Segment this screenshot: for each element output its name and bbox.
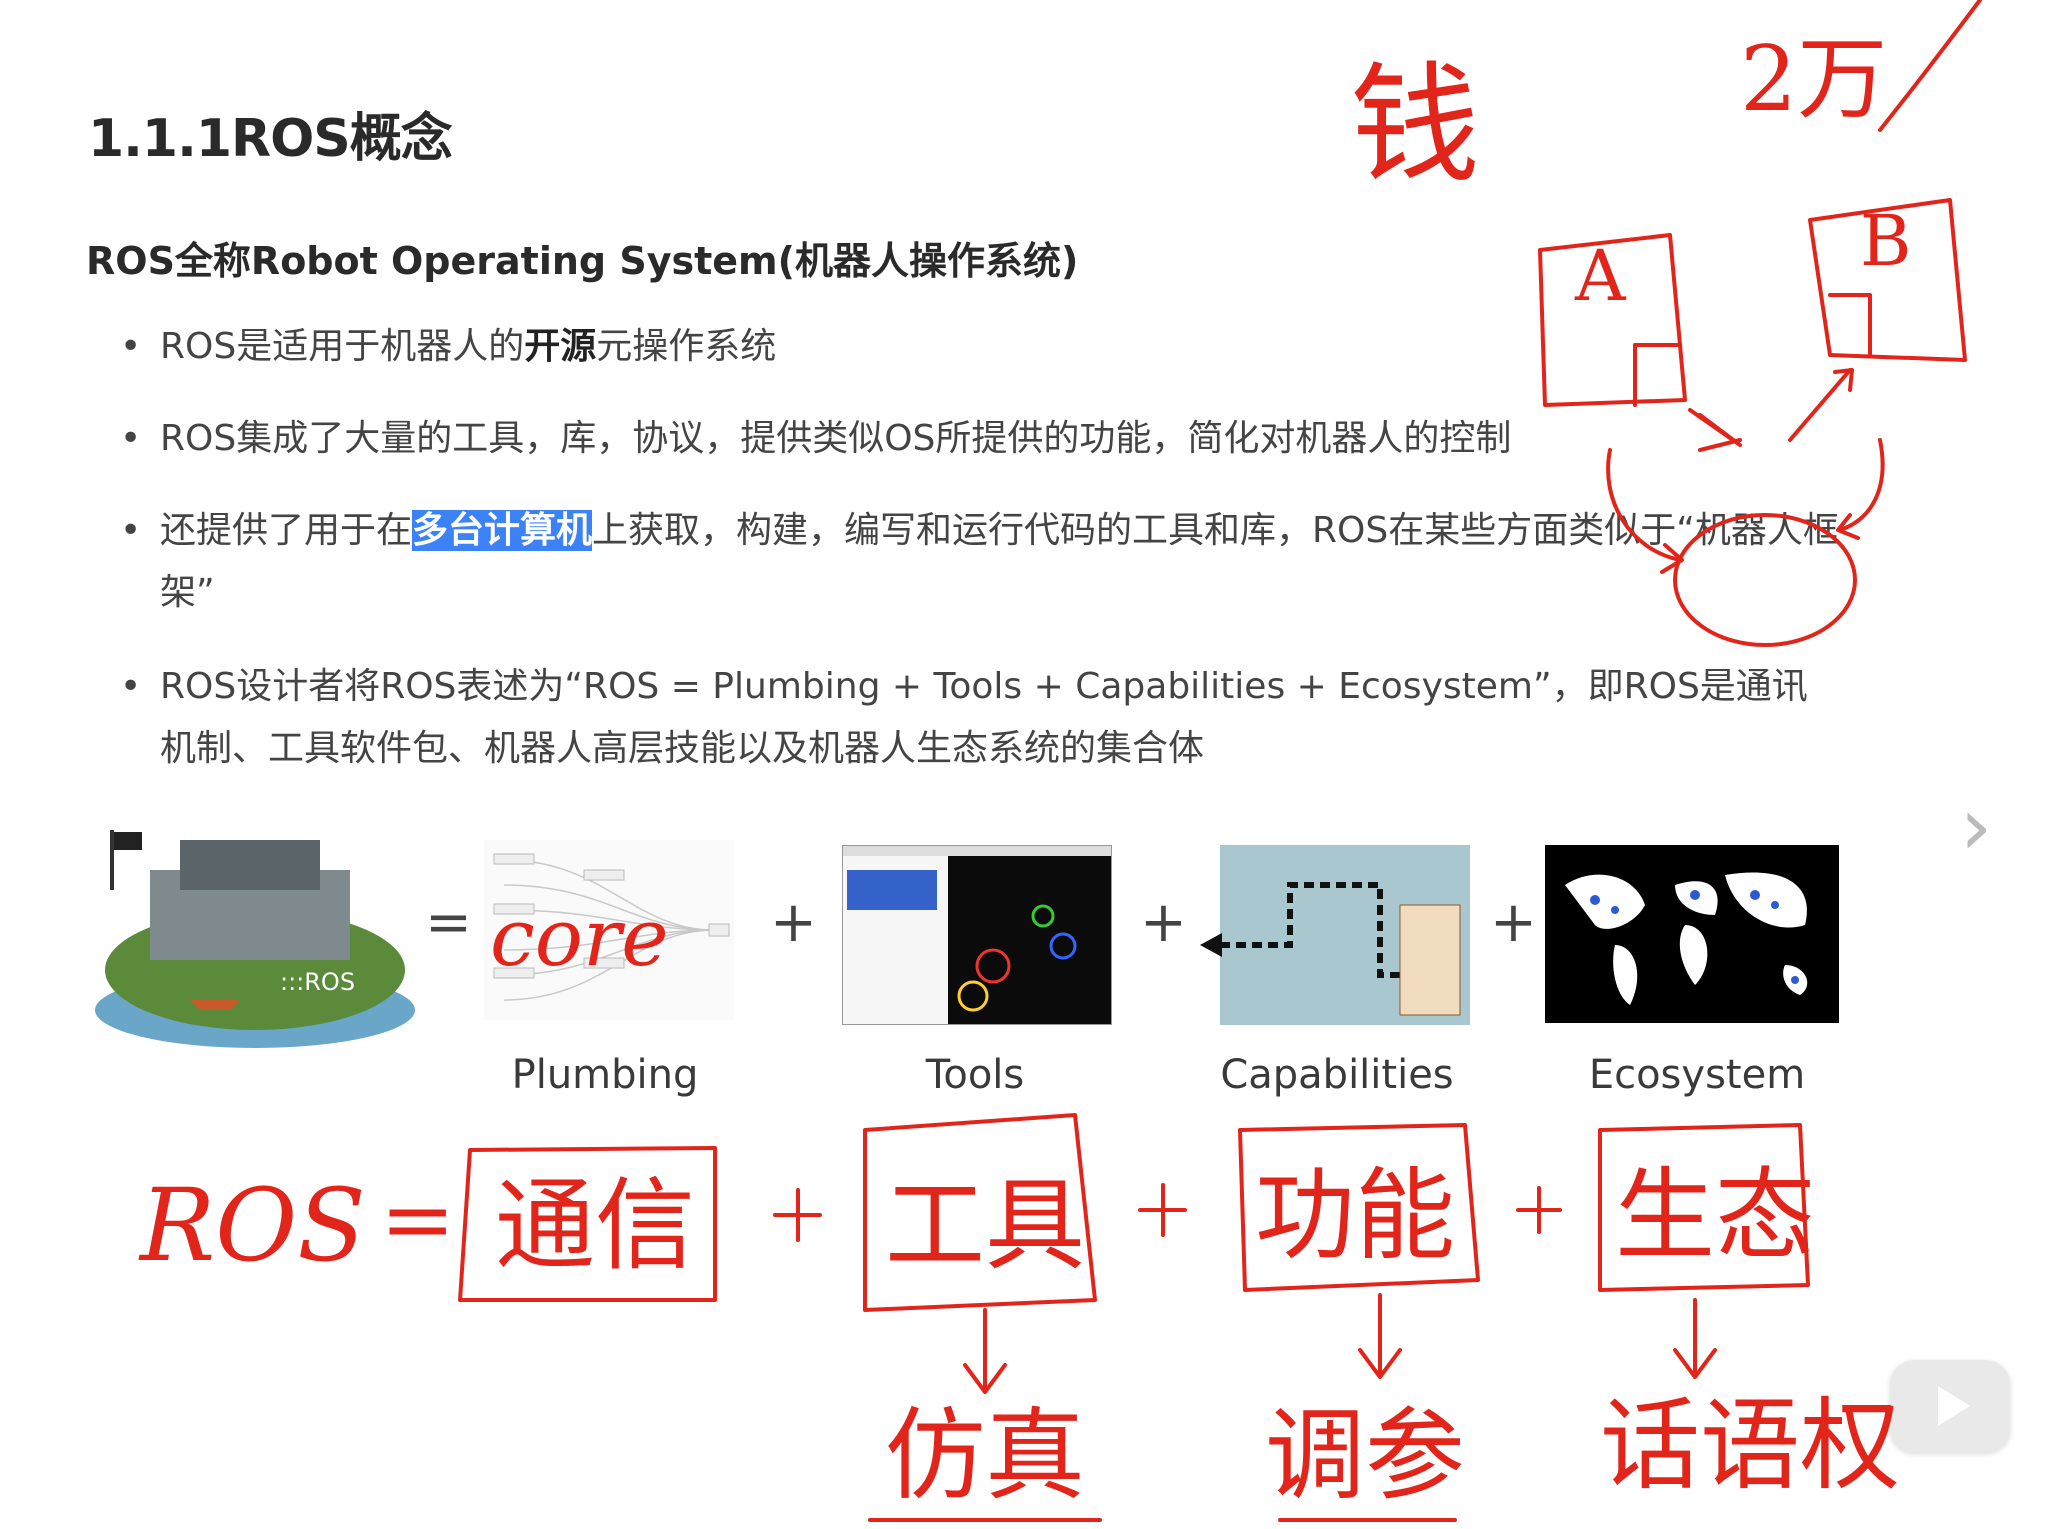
node-b-label: B (1860, 200, 1911, 282)
ros-annotation: ROS (138, 1167, 366, 1284)
node-a-label: A (1574, 235, 1627, 317)
plus-mark (1138, 1183, 1187, 1237)
subterm-annotation: 仿真 (885, 1397, 1085, 1514)
plus-mark (773, 1188, 822, 1242)
term-annotation: 通信 (495, 1167, 695, 1284)
arrow-to-a (1688, 408, 1742, 447)
down-arrow (1358, 1293, 1402, 1379)
amount-annotation: 2万 (1740, 27, 1887, 132)
term-annotation: 生态 (1615, 1157, 1815, 1274)
term-annotation: 工具 (885, 1167, 1085, 1284)
down-arrow (1673, 1298, 1717, 1379)
down-arrow (963, 1308, 1007, 1394)
handwriting-overlay: core 钱 2万 A B ROS = 通信 工具 功能 生态 仿真 调参 话语… (138, 0, 1982, 1522)
stroke-mark (1878, 0, 1982, 132)
subterm-annotation: 调参 (1265, 1397, 1465, 1514)
arrow-to-b (1788, 368, 1854, 442)
arrow-b-to-center (1836, 438, 1885, 540)
core-annotation: core (490, 891, 669, 984)
node-b-inner (1828, 293, 1872, 357)
plus-mark (1516, 1186, 1562, 1234)
node-a-inner (1633, 343, 1682, 407)
term-annotation: 功能 (1255, 1157, 1455, 1274)
center-circle (1673, 513, 1857, 647)
money-annotation: 钱 (1350, 49, 1480, 201)
subterm-annotation: 话语权 (1600, 1387, 1900, 1504)
eq-annotation: = (380, 1167, 455, 1272)
arrow-a-to-center (1606, 448, 1684, 574)
